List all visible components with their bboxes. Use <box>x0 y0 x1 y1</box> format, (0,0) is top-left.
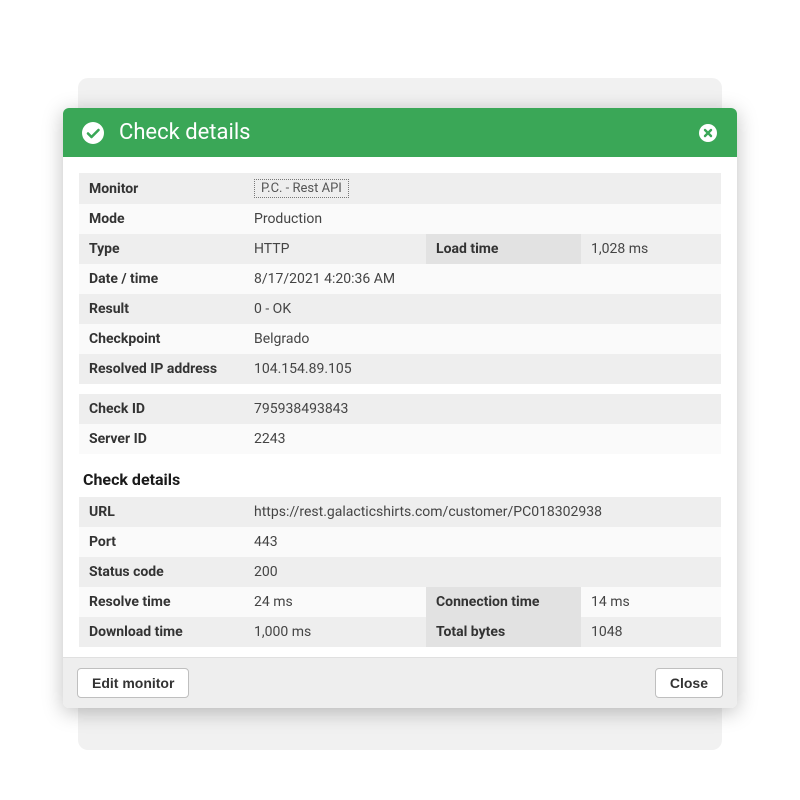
row-port: Port 443 <box>79 527 721 557</box>
label-totalbytes: Total bytes <box>426 617 581 647</box>
row-resolvedip: Resolved IP address 104.154.89.105 <box>79 354 721 384</box>
value-connectiontime: 14 ms <box>581 587 721 617</box>
value-checkpoint: Belgrado <box>244 324 721 354</box>
section-check-ids: Check ID 795938493843 Server ID 2243 <box>79 394 721 454</box>
label-resolvetime: Resolve time <box>79 587 244 617</box>
label-mode: Mode <box>79 204 244 234</box>
label-connectiontime: Connection time <box>426 587 581 617</box>
row-monitor: Monitor P.C. - Rest API <box>79 173 721 204</box>
row-serverid: Server ID 2243 <box>79 424 721 454</box>
label-monitor: Monitor <box>79 173 244 204</box>
modal-body: Monitor P.C. - Rest API Mode Production … <box>63 157 737 647</box>
label-serverid: Server ID <box>79 424 244 454</box>
value-downloadtime: 1,000 ms <box>244 617 426 647</box>
label-type: Type <box>79 234 244 264</box>
value-serverid: 2243 <box>244 424 721 454</box>
label-port: Port <box>79 527 244 557</box>
row-statuscode: Status code 200 <box>79 557 721 587</box>
check-details-modal: Check details Monitor P.C. - Rest API Mo… <box>63 108 737 708</box>
value-monitor: P.C. - Rest API <box>244 173 721 204</box>
label-checkpoint: Checkpoint <box>79 324 244 354</box>
label-datetime: Date / time <box>79 264 244 294</box>
value-statuscode: 200 <box>244 557 721 587</box>
label-url: URL <box>79 497 244 527</box>
row-downloadtime: Download time 1,000 ms Total bytes 1048 <box>79 617 721 647</box>
row-url: URL https://rest.galacticshirts.com/cust… <box>79 497 721 527</box>
check-circle-icon <box>81 121 105 145</box>
value-resolvedip: 104.154.89.105 <box>244 354 721 384</box>
modal-header: Check details <box>63 108 737 157</box>
label-statuscode: Status code <box>79 557 244 587</box>
edit-monitor-button[interactable]: Edit monitor <box>77 668 189 698</box>
modal-footer: Edit monitor Close <box>63 657 737 708</box>
section-title: Check details <box>79 464 721 497</box>
value-port: 443 <box>244 527 721 557</box>
modal-title: Check details <box>119 120 683 145</box>
section-monitor-info: Monitor P.C. - Rest API Mode Production … <box>79 173 721 384</box>
row-checkid: Check ID 795938493843 <box>79 394 721 424</box>
row-result: Result 0 - OK <box>79 294 721 324</box>
row-checkpoint: Checkpoint Belgrado <box>79 324 721 354</box>
value-totalbytes: 1048 <box>581 617 721 647</box>
label-resolvedip: Resolved IP address <box>79 354 244 384</box>
label-loadtime: Load time <box>426 234 581 264</box>
row-type: Type HTTP Load time 1,028 ms <box>79 234 721 264</box>
value-result: 0 - OK <box>244 294 721 324</box>
monitor-link[interactable]: P.C. - Rest API <box>254 179 349 198</box>
label-checkid: Check ID <box>79 394 244 424</box>
value-loadtime: 1,028 ms <box>581 234 721 264</box>
label-downloadtime: Download time <box>79 617 244 647</box>
value-url: https://rest.galacticshirts.com/customer… <box>244 497 721 527</box>
row-datetime: Date / time 8/17/2021 4:20:36 AM <box>79 264 721 294</box>
close-button[interactable]: Close <box>655 668 723 698</box>
value-checkid: 795938493843 <box>244 394 721 424</box>
close-icon[interactable] <box>697 122 719 144</box>
label-result: Result <box>79 294 244 324</box>
row-mode: Mode Production <box>79 204 721 234</box>
value-resolvetime: 24 ms <box>244 587 426 617</box>
value-type: HTTP <box>244 234 426 264</box>
row-resolvetime: Resolve time 24 ms Connection time 14 ms <box>79 587 721 617</box>
value-datetime: 8/17/2021 4:20:36 AM <box>244 264 721 294</box>
section-check-details: Check details URL https://rest.galactics… <box>79 464 721 647</box>
value-mode: Production <box>244 204 721 234</box>
